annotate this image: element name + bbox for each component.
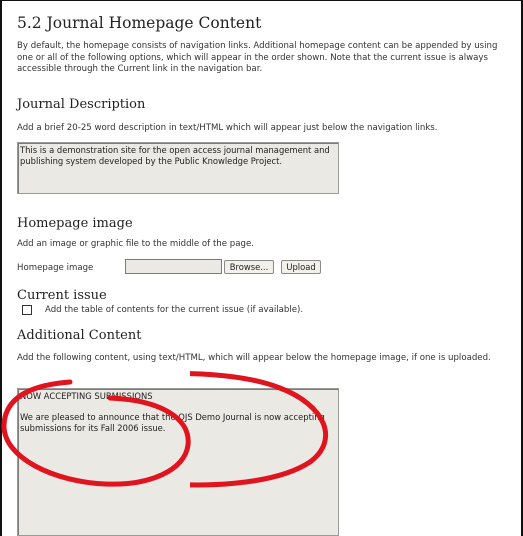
homepage-image-heading: Homepage image [17,216,133,231]
current-issue-checkbox-label: Add the table of contents for the curren… [45,305,304,315]
annotation-ellipse-right-stroke [190,371,329,488]
section-title: 5.2 Journal Homepage Content [17,14,262,32]
homepage-image-help: Add an image or graphic file to the midd… [17,239,254,249]
additional-content-heading: Additional Content [17,328,142,343]
current-issue-checkbox[interactable] [22,305,32,315]
upload-button[interactable]: Upload [281,260,321,274]
current-issue-heading: Current issue [17,288,107,303]
browse-button[interactable]: Browse... [224,260,274,274]
annotation-ellipse-stroke [1,379,191,487]
homepage-image-file-input[interactable] [125,259,222,274]
journal-description-heading: Journal Description [17,97,146,112]
homepage-image-label: Homepage image [17,263,94,273]
annotation-ellipse-right [190,371,329,488]
annotation-ellipse [1,379,191,487]
section-intro: By default, the homepage consists of nav… [17,41,498,74]
journal-description-help: Add a brief 20-25 word description in te… [17,123,438,133]
journal-description-textarea[interactable]: This is a demonstration site for the ope… [17,142,339,194]
